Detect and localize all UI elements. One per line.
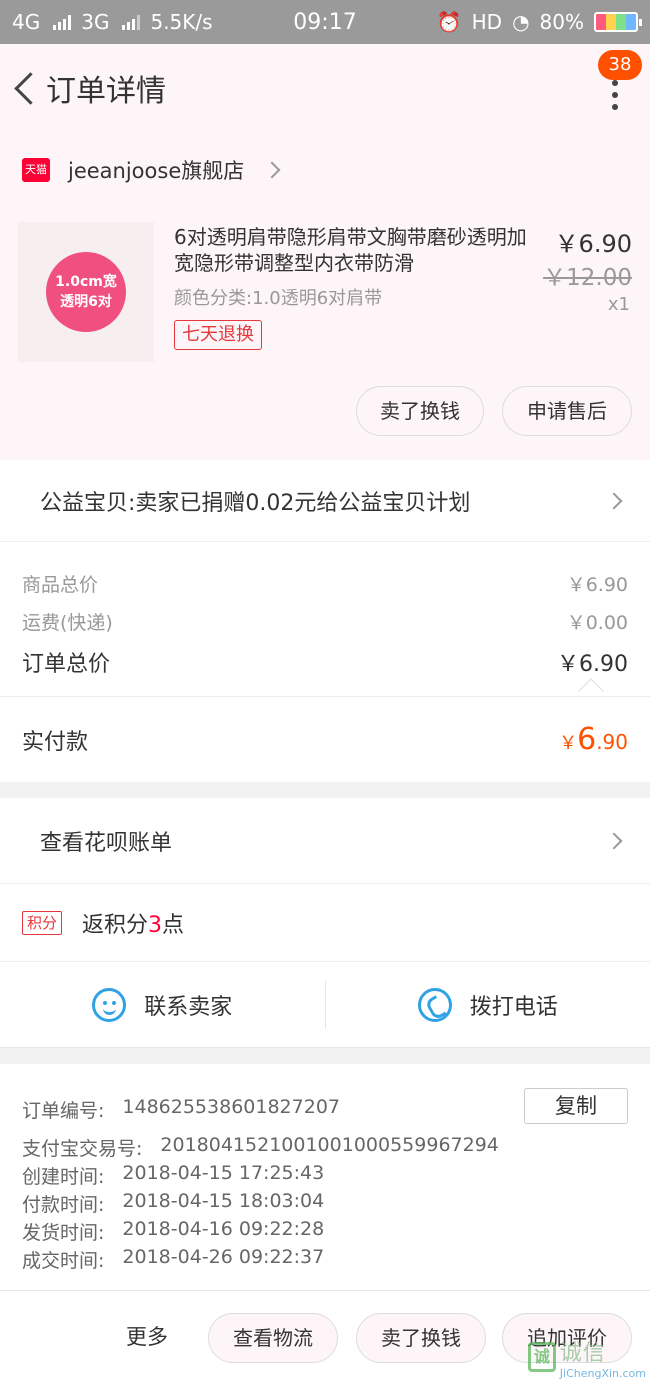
alipay-number-row: 支付宝交易号: 2018041521001001000559967294 — [22, 1134, 499, 1161]
contact-bar: 联系卖家 拨打电话 — [0, 962, 650, 1048]
created-time-value: 2018-04-15 17:25:43 — [122, 1162, 325, 1184]
watermark-cn: 诚信 — [559, 1340, 606, 1366]
battery-icon — [594, 12, 642, 32]
order-number-label: 订单编号: — [22, 1100, 105, 1122]
product-price: ￥6.90 — [554, 230, 632, 258]
watermark-logo: 诚 — [528, 1342, 556, 1372]
points-row: 积分 返积分3点 — [0, 884, 650, 962]
product-title: 6对透明肩带隐形肩带文胸带磨砂透明加宽隐形带调整型内衣带防滑 — [174, 225, 527, 275]
hd-label: HD — [471, 10, 503, 34]
call-phone-label: 拨打电话 — [469, 994, 558, 1020]
product-quantity: x1 — [607, 294, 630, 315]
amount-decimal: .90 — [596, 730, 628, 754]
goods-total-value: ￥6.90 — [566, 574, 628, 596]
page-title: 订单详情 — [46, 74, 166, 109]
product-image-badge: 1.0cm宽 透明6对 — [46, 252, 126, 332]
completed-time-row: 成交时间: 2018-04-26 09:22:37 — [22, 1246, 324, 1273]
order-total-label: 订单总价 — [22, 652, 111, 677]
shipping-value: ￥0.00 — [566, 612, 628, 634]
alarm-icon: ⏰ — [436, 10, 462, 34]
network-3g: 3G — [81, 10, 110, 34]
huabei-bill-row[interactable]: 查看花呗账单 — [0, 798, 650, 884]
paid-time-row: 付款时间: 2018-04-15 18:03:04 — [22, 1190, 324, 1217]
chat-smile-icon — [92, 987, 127, 1022]
order-total-row: 订单总价 ￥6.90 — [22, 646, 628, 678]
created-time-row: 创建时间: 2018-04-15 17:25:43 — [22, 1162, 324, 1189]
watermark-text: 诚信 JiChengXin.com — [560, 1335, 646, 1380]
tmall-icon: 天猫 — [22, 158, 50, 182]
paid-time-value: 2018-04-15 18:03:04 — [122, 1190, 325, 1212]
shop-row[interactable]: 天猫 jeeanjoose旗舰店 — [0, 132, 650, 208]
product-thumbnail[interactable]: 1.0cm宽 透明6对 — [18, 222, 154, 362]
more-button[interactable]: 更多 — [126, 1321, 168, 1351]
paid-time-label: 付款时间: — [22, 1194, 105, 1216]
amount-integer: 6 — [577, 722, 597, 757]
more-menu-icon[interactable] — [610, 80, 620, 110]
points-tag: 积分 — [22, 910, 63, 935]
wifi-icon: ◔ — [512, 10, 530, 34]
order-info: 订单编号: 148625538601827207 复制 支付宝交易号: 2018… — [0, 1064, 650, 1290]
points-prefix: 返积分 — [82, 912, 149, 938]
alipay-number-value: 2018041521001001000559967294 — [160, 1134, 499, 1156]
created-time-label: 创建时间: — [22, 1166, 105, 1188]
thumb-text-1: 1.0cm宽 — [55, 274, 117, 290]
phone-icon — [417, 987, 452, 1022]
order-item[interactable]: 1.0cm宽 透明6对 6对透明肩带隐形肩带文胸带磨砂透明加宽隐形带调整型内衣带… — [0, 208, 650, 460]
shipped-time-row: 发货时间: 2018-04-16 09:22:28 — [22, 1218, 324, 1245]
signal-icon — [122, 14, 141, 30]
resell-bottom-button[interactable]: 卖了换钱 — [356, 1313, 486, 1363]
product-sku: 颜色分类:1.0透明6对肩带 — [174, 288, 383, 309]
call-phone-button[interactable]: 拨打电话 — [326, 962, 650, 1047]
after-sale-button[interactable]: 申请售后 — [502, 386, 632, 436]
order-number-row: 订单编号: 148625538601827207 — [22, 1096, 340, 1123]
shipped-time-value: 2018-04-16 09:22:28 — [122, 1218, 325, 1240]
completed-time-label: 成交时间: — [22, 1250, 105, 1272]
order-total-value: ￥6.90 — [557, 652, 628, 677]
shipping-row: 运费(快递) ￥0.00 — [22, 608, 628, 635]
resell-button[interactable]: 卖了换钱 — [356, 386, 484, 436]
order-number-value: 148625538601827207 — [122, 1096, 340, 1118]
seven-day-return-tag: 七天退换 — [174, 320, 262, 350]
actual-payment-label: 实付款 — [22, 729, 89, 755]
charity-row[interactable]: 公益宝贝:卖家已捐赠0.02元给公益宝贝计划 — [0, 460, 650, 542]
network-speed: 5.5K/s — [150, 10, 213, 34]
site-watermark: 诚 诚信 JiChengXin.com — [528, 1332, 646, 1382]
status-bar: 4G 3G 5.5K/s 09:17 ⏰ HD ◔ 80% — [0, 0, 650, 44]
completed-time-value: 2018-04-26 09:22:37 — [122, 1246, 325, 1268]
contact-seller-label: 联系卖家 — [144, 994, 233, 1020]
price-summary: 商品总价 ￥6.90 运费(快递) ￥0.00 订单总价 ￥6.90 — [0, 542, 650, 704]
contact-seller-button[interactable]: 联系卖家 — [0, 962, 325, 1047]
currency-symbol: ￥ — [559, 733, 578, 754]
signal-icon — [53, 14, 72, 30]
network-4g: 4G — [12, 10, 41, 34]
actual-payment-amount: ￥ 6 .90 — [559, 722, 628, 757]
thumb-text-2: 透明6对 — [60, 294, 112, 310]
copy-button[interactable]: 复制 — [524, 1088, 628, 1124]
points-number: 3 — [148, 912, 163, 938]
goods-total-row: 商品总价 ￥6.90 — [22, 570, 628, 597]
goods-total-label: 商品总价 — [22, 574, 99, 596]
actual-payment-row: 实付款 ￥ 6 .90 — [0, 696, 650, 782]
watermark-en: JiChengXin.com — [559, 1366, 646, 1380]
nav-bar: 订单详情 38 — [0, 44, 650, 132]
product-original-price: ￥12.00 — [543, 265, 632, 291]
chevron-right-icon — [605, 492, 623, 509]
shop-name: jeeanjoose旗舰店 — [68, 159, 245, 183]
back-icon[interactable] — [6, 58, 46, 118]
shipping-label: 运费(快递) — [22, 612, 113, 634]
charity-text: 公益宝贝:卖家已捐赠0.02元给公益宝贝计划 — [40, 490, 471, 516]
view-logistics-button[interactable]: 查看物流 — [208, 1313, 338, 1363]
huabei-bill-text: 查看花呗账单 — [40, 830, 173, 856]
points-text: 返积分3点 — [82, 907, 184, 939]
shipped-time-label: 发货时间: — [22, 1222, 105, 1244]
alipay-number-label: 支付宝交易号: — [22, 1138, 143, 1160]
chevron-right-icon — [263, 161, 281, 179]
message-badge: 38 — [598, 50, 642, 80]
battery-percent: 80% — [539, 10, 584, 34]
points-suffix: 点 — [162, 912, 185, 938]
chevron-right-icon — [605, 832, 623, 849]
